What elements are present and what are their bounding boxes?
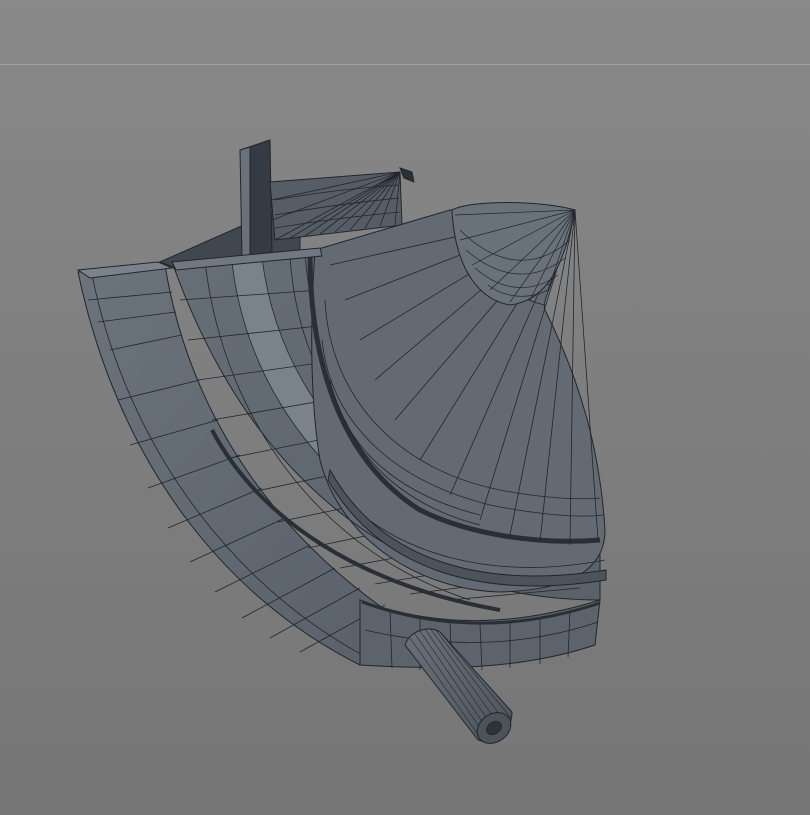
wireframe-model[interactable] — [0, 0, 810, 815]
lower-ring — [359, 599, 601, 672]
3d-viewport[interactable] — [0, 0, 810, 815]
main-bowl — [307, 207, 607, 593]
